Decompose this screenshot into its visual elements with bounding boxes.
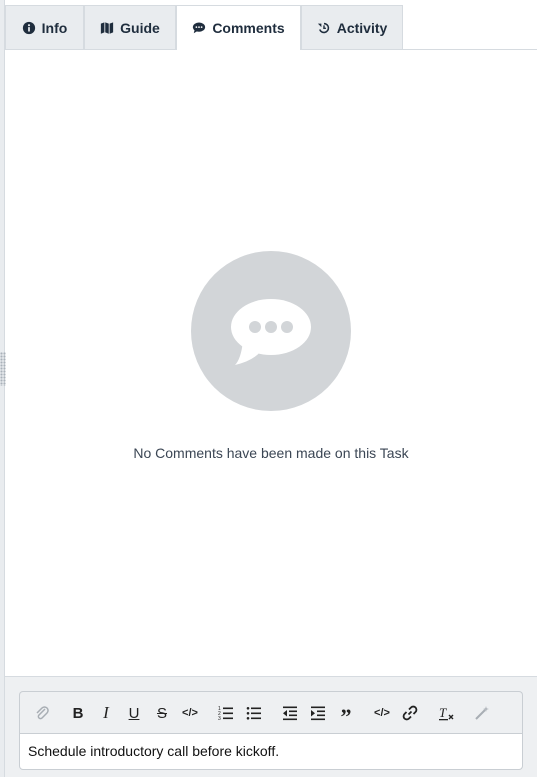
bold-icon[interactable]: B	[68, 703, 88, 723]
indent-icon[interactable]	[308, 703, 328, 723]
tab-label: Info	[41, 19, 68, 36]
strikethrough-icon[interactable]: S	[152, 703, 172, 723]
comments-panel: Info Guide Comments Activity No Comments…	[5, 0, 537, 777]
comment-icon	[193, 22, 206, 34]
map-icon	[101, 21, 114, 34]
history-icon	[317, 22, 329, 33]
bullet-list-icon[interactable]	[244, 703, 264, 723]
underline-icon[interactable]: U	[124, 703, 144, 723]
tab-activity[interactable]: Activity	[301, 5, 403, 49]
comment-input[interactable]: Schedule introductory call before kickof…	[19, 733, 523, 770]
link-icon[interactable]	[400, 703, 420, 723]
outdent-icon[interactable]	[280, 703, 300, 723]
code-icon[interactable]: </>	[180, 703, 200, 723]
code-block-icon[interactable]: </>	[372, 703, 392, 723]
comment-editor: B I U S </> 123 ” </> T Schedule introdu…	[5, 676, 537, 777]
tab-info[interactable]: Info	[5, 5, 84, 49]
info-icon	[22, 21, 35, 34]
ordered-list-icon[interactable]: 123	[216, 703, 236, 723]
tab-label: Comments	[212, 20, 285, 36]
empty-state-message: No Comments have been made on this Task	[133, 445, 409, 461]
tab-label: Activity	[336, 19, 388, 36]
svg-text:T: T	[439, 705, 447, 720]
svg-text:3: 3	[218, 716, 221, 721]
tab-comments[interactable]: Comments	[176, 5, 301, 50]
clear-format-icon[interactable]: T	[436, 703, 456, 723]
comment-bubble-icon	[231, 299, 311, 365]
quote-icon[interactable]: ”	[336, 703, 356, 729]
tab-bar: Info Guide Comments Activity	[5, 0, 537, 50]
tab-guide[interactable]: Guide	[84, 5, 176, 49]
tab-label: Guide	[120, 19, 160, 36]
editor-toolbar: B I U S </> 123 ” </> T	[19, 691, 523, 733]
magic-wand-icon[interactable]	[472, 703, 492, 723]
empty-state-illustration	[191, 251, 351, 411]
paperclip-icon[interactable]	[32, 703, 52, 723]
italic-icon[interactable]: I	[96, 703, 116, 723]
